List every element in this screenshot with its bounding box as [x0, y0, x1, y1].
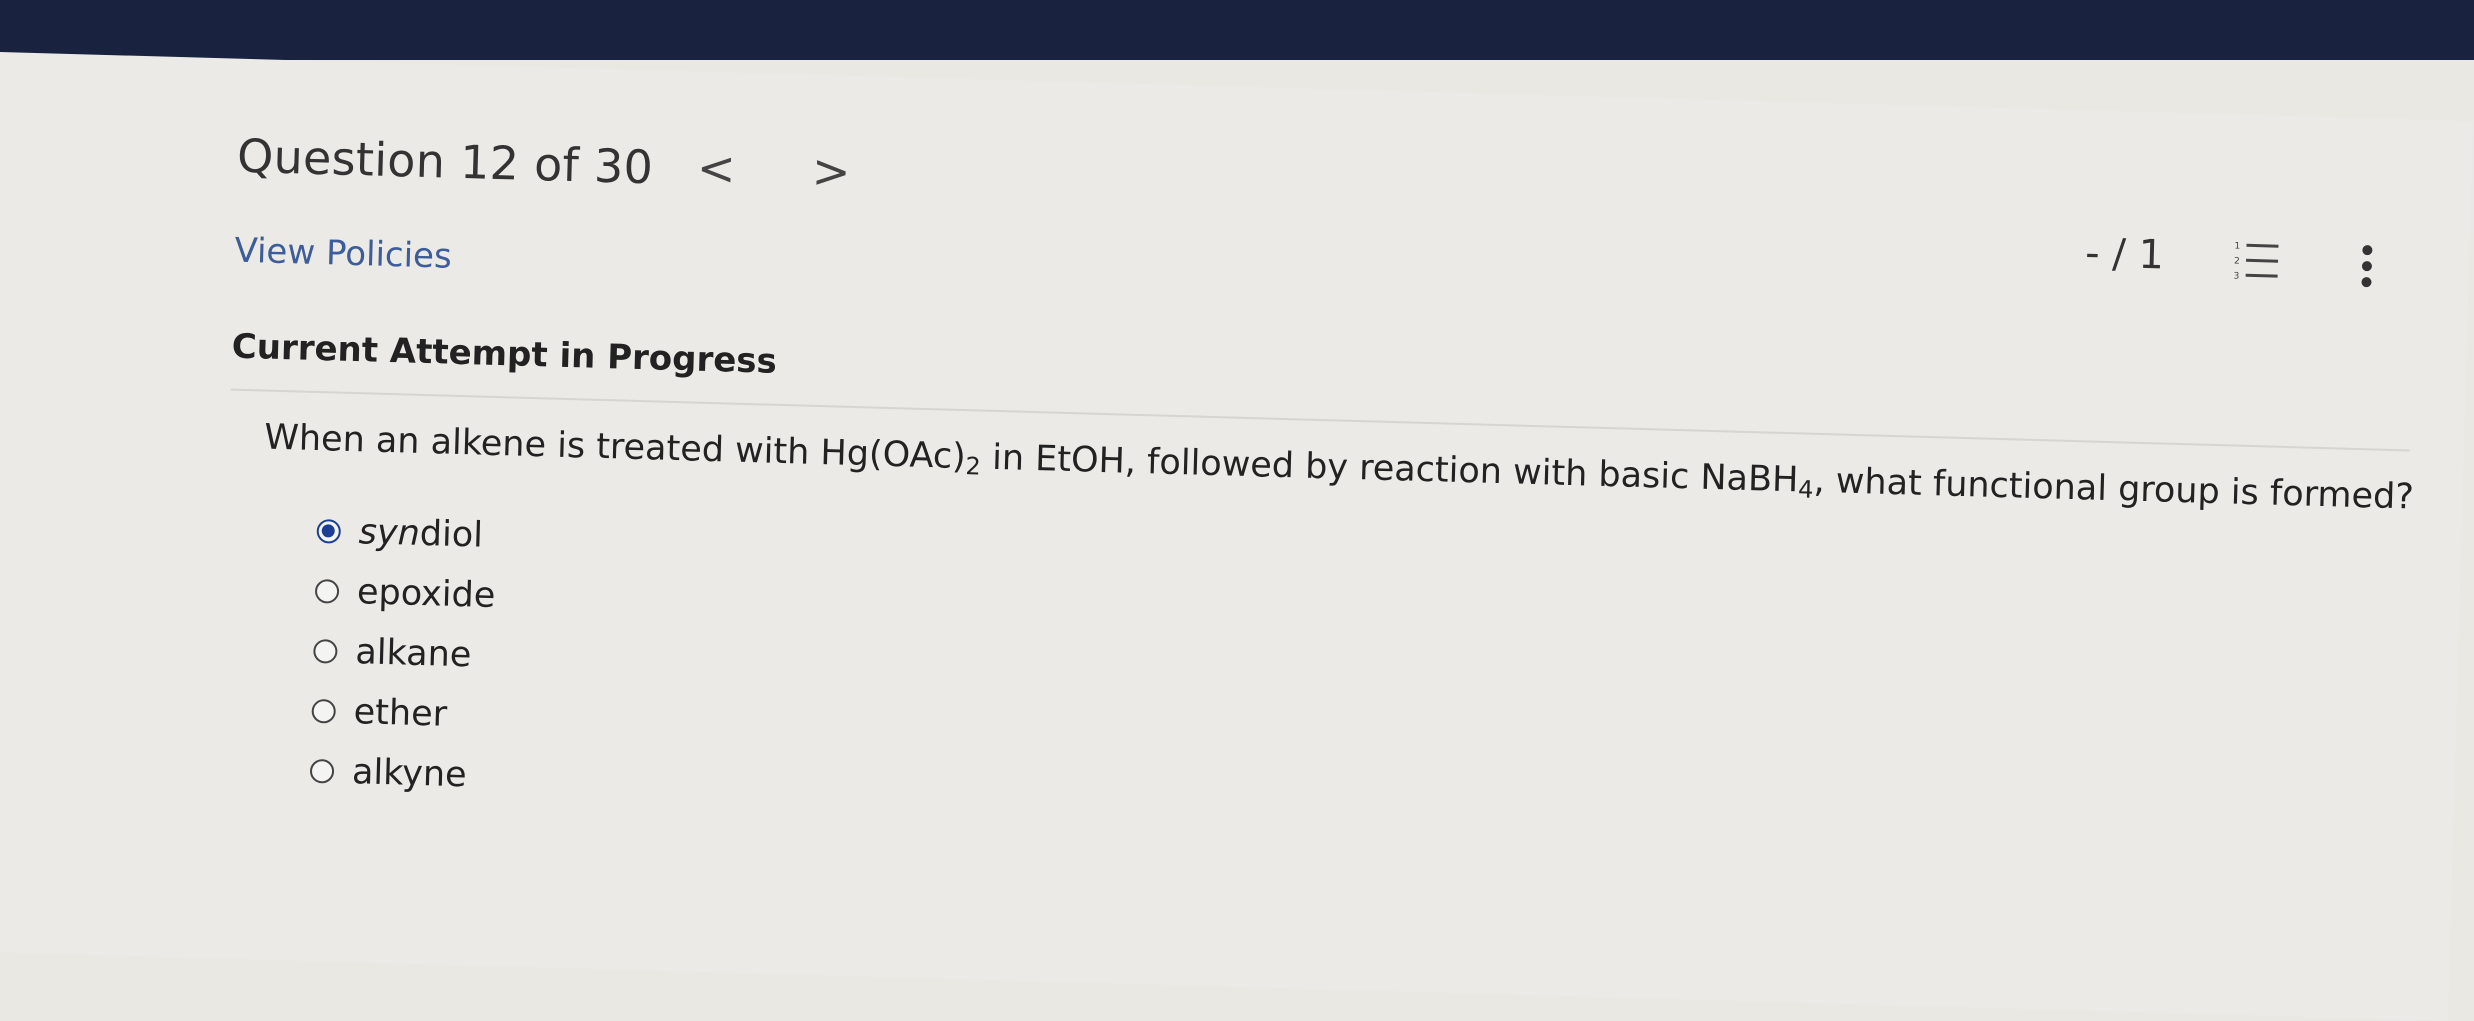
- score-display: - / 1: [2084, 230, 2165, 279]
- chevron-right-icon[interactable]: >: [811, 144, 851, 199]
- option-label: epoxide: [356, 572, 496, 617]
- svg-text:2: 2: [2234, 256, 2240, 266]
- radio-button[interactable]: [314, 579, 340, 604]
- question-text-part: in EtOH, followed by reaction with basic…: [980, 437, 1799, 501]
- attempt-heading: Current Attempt in Progress: [231, 326, 778, 382]
- option-label: ether: [353, 692, 448, 735]
- question-title: Question 12 of 30: [236, 128, 654, 195]
- view-policies-link[interactable]: View Policies: [234, 231, 452, 277]
- option-label: alkyne: [351, 752, 468, 796]
- chevron-left-icon[interactable]: <: [696, 141, 736, 196]
- subscript: 4: [1797, 475, 1814, 504]
- radio-button[interactable]: [309, 758, 335, 784]
- radio-button-selected[interactable]: [316, 519, 342, 544]
- top-bar: [0, 0, 2474, 60]
- question-text: When an alkene is treated with Hg(OAc)2 …: [264, 418, 2415, 521]
- answer-options: syn diol epoxide alkane ether alkyne: [309, 501, 498, 806]
- option-syn-diol[interactable]: syn diol: [316, 501, 498, 566]
- radio-button[interactable]: [311, 698, 337, 724]
- numbered-list-icon[interactable]: 1 2 3: [2231, 238, 2280, 283]
- option-alkane[interactable]: alkane: [313, 621, 495, 686]
- svg-text:3: 3: [2233, 271, 2239, 281]
- question-text-part: , what functional group is formed?: [1813, 460, 2415, 518]
- question-text-part: When an alkene is treated with Hg(OAc): [263, 417, 967, 478]
- option-epoxide[interactable]: epoxide: [314, 561, 496, 626]
- option-alkyne[interactable]: alkyne: [309, 741, 491, 806]
- option-label: diol: [419, 513, 484, 556]
- subscript: 2: [965, 452, 982, 481]
- question-page: Question 12 of 30 < > View Policies - / …: [0, 52, 2474, 1021]
- radio-button[interactable]: [313, 638, 338, 664]
- svg-text:1: 1: [2234, 241, 2240, 251]
- vertical-ellipsis-icon[interactable]: [2356, 242, 2377, 291]
- option-ether[interactable]: ether: [311, 681, 493, 746]
- option-label: alkane: [354, 632, 472, 676]
- option-prefix: syn: [358, 512, 421, 554]
